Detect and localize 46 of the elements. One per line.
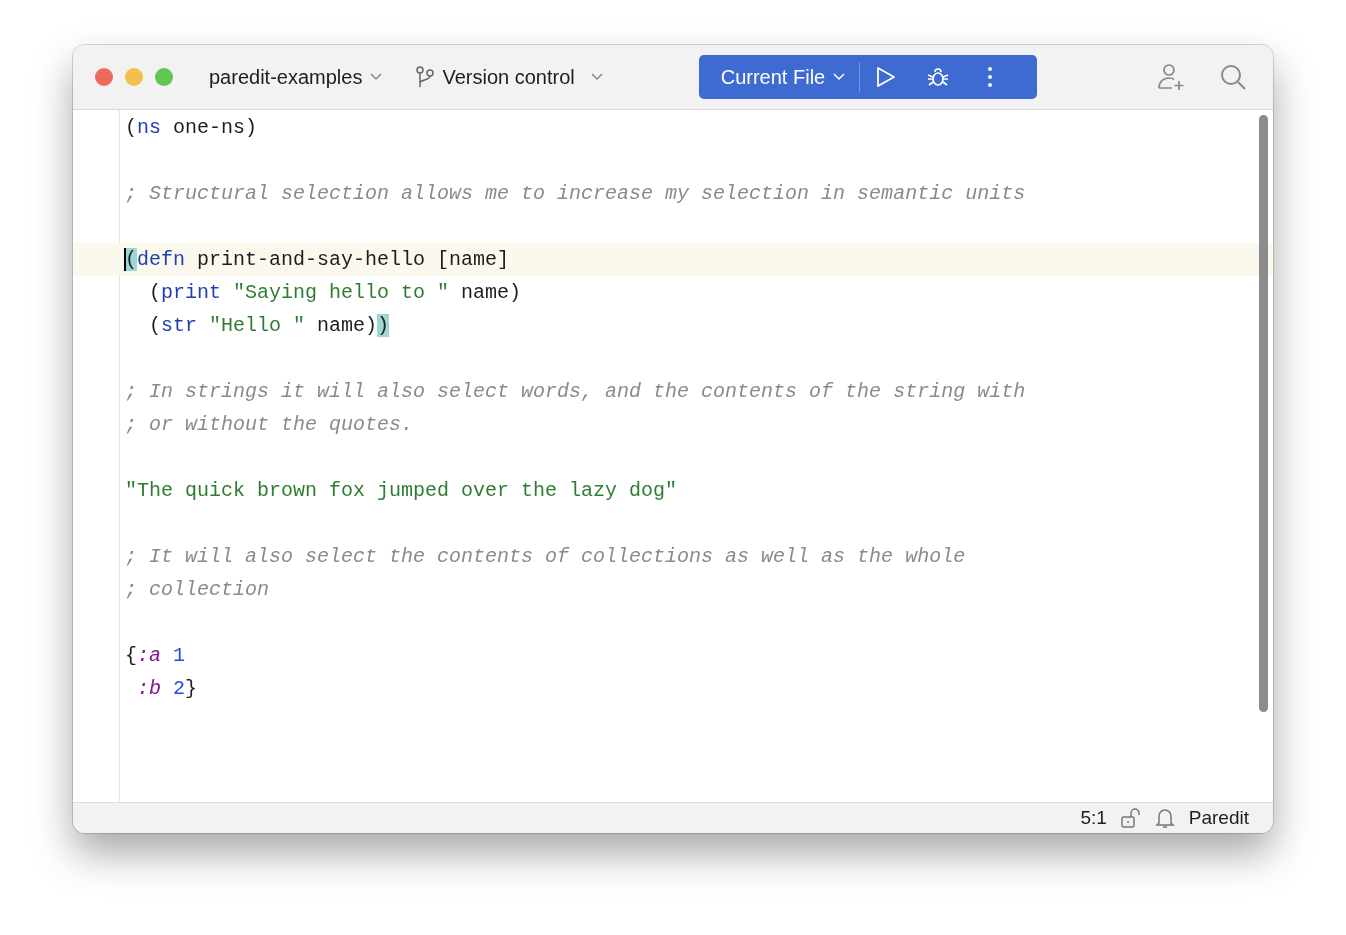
code-token: name) <box>316 314 378 337</box>
code-token: ( <box>125 116 137 139</box>
code-token: ; collection <box>125 578 270 601</box>
code-token: 2 <box>172 677 186 700</box>
close-button[interactable] <box>95 68 113 86</box>
code-token: print-and-say-hello [name] <box>196 248 510 271</box>
caret-position[interactable]: 5:1 <box>1080 807 1107 829</box>
bug-icon <box>926 65 951 89</box>
code-token: "Saying hello to " <box>232 281 450 304</box>
code-token: { <box>125 644 137 667</box>
minimize-button[interactable] <box>125 68 143 86</box>
play-icon <box>876 66 897 88</box>
chevron-down-icon <box>833 73 846 81</box>
project-selector[interactable]: paredit-examples <box>203 61 389 93</box>
zoom-button[interactable] <box>155 68 173 86</box>
editor-mode[interactable]: Paredit <box>1188 807 1249 829</box>
code-token: ) <box>377 314 390 337</box>
more-vertical-icon <box>987 66 994 88</box>
unlocked-padlock-icon[interactable] <box>1120 808 1141 828</box>
code-token: str <box>161 314 198 337</box>
code-token: name) <box>460 281 522 304</box>
code-token: "The quick brown fox jumped over the lazy dog" <box>125 479 678 502</box>
branch-icon <box>416 66 435 88</box>
chevron-down-icon <box>590 73 603 81</box>
code-token: :a <box>137 644 162 667</box>
code-token: ; It will also select the contents of collections as well as the whole <box>125 545 966 568</box>
code-token: } <box>185 677 198 700</box>
code-token: ( <box>148 281 161 304</box>
run-configuration-button[interactable]: Current File <box>698 55 860 99</box>
code-token: ns <box>137 116 162 139</box>
user-plus-icon <box>1156 62 1186 92</box>
code-token: :b <box>136 677 161 700</box>
search-icon <box>1219 63 1247 91</box>
chevron-down-icon <box>370 73 383 81</box>
version-control-selector[interactable]: Version control <box>410 61 609 93</box>
code-token: one-ns) <box>172 116 258 139</box>
code-token: "Hello " <box>208 314 306 337</box>
code-token: ; Structural selection allows me to increase my selection in semantic units <box>125 182 1026 205</box>
code-token: ( <box>148 314 161 337</box>
scrollbar-thumb[interactable] <box>1259 115 1268 712</box>
code-token: print <box>161 281 222 304</box>
code-token: defn <box>137 248 186 271</box>
code-token: ; In strings it will also select words, and the contents of the string with <box>125 380 1026 403</box>
code-token: ; or without the quotes. <box>125 413 414 436</box>
code-token: 1 <box>172 644 186 667</box>
bell-icon[interactable] <box>1154 807 1175 829</box>
